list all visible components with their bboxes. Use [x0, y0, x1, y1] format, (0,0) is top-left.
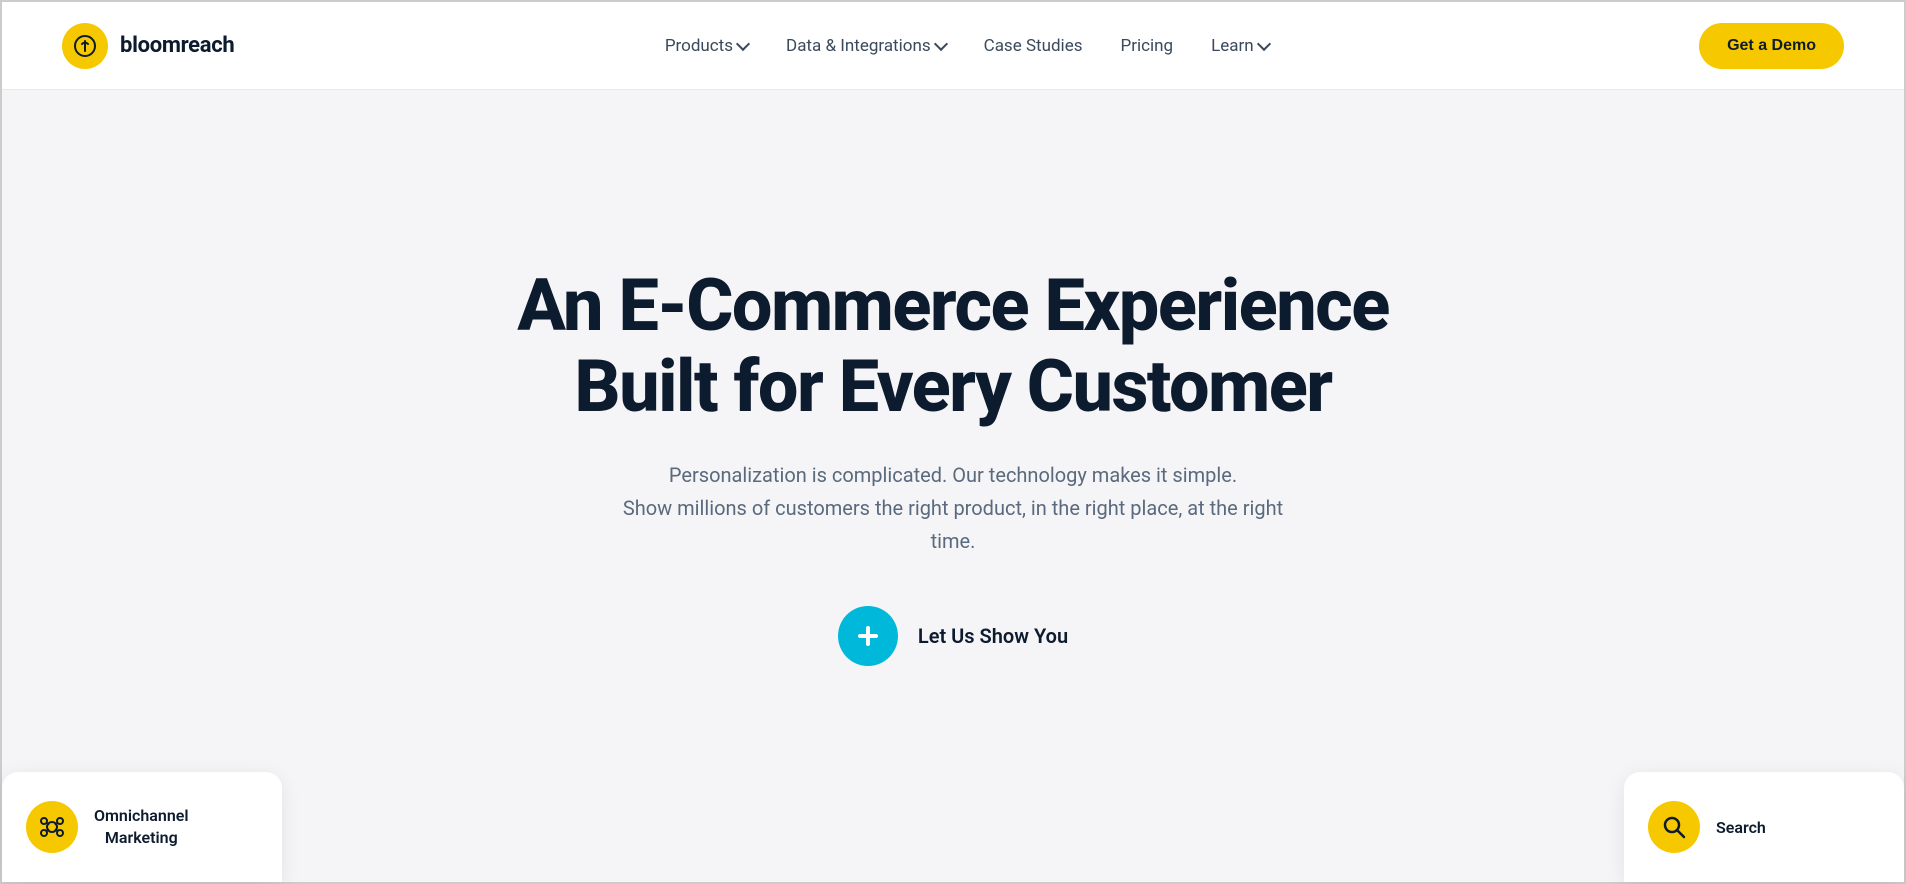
cta-label: Let Us Show You [918, 624, 1068, 648]
brand-name: bloomreach [120, 33, 234, 58]
chevron-down-icon [934, 36, 948, 50]
omnichannel-label: Omnichannel Marketing [94, 805, 189, 850]
cta-row: Let Us Show You [838, 606, 1068, 666]
page-wrapper: bloomreach Products Data & Integrations … [0, 0, 1906, 884]
nav-case-studies[interactable]: Case Studies [984, 36, 1083, 56]
navbar-cta: Get a Demo [1699, 23, 1844, 69]
nav-data-integrations[interactable]: Data & Integrations [786, 36, 946, 56]
nav-learn[interactable]: Learn [1211, 36, 1269, 56]
navbar: bloomreach Products Data & Integrations … [2, 2, 1904, 90]
chevron-down-icon [736, 36, 750, 50]
omnichannel-card[interactable]: Omnichannel Marketing [2, 772, 282, 882]
nav-links: Products Data & Integrations Case Studie… [665, 36, 1269, 56]
hero-subtitle: Personalization is complicated. Our tech… [613, 459, 1293, 558]
search-label: Search [1716, 818, 1766, 837]
hero-section: An E-Commerce Experience Built for Every… [2, 90, 1904, 882]
nav-pricing[interactable]: Pricing [1120, 36, 1173, 56]
search-card[interactable]: Search [1624, 772, 1904, 882]
brand-area: bloomreach [62, 23, 234, 69]
get-demo-button[interactable]: Get a Demo [1699, 23, 1844, 69]
chevron-down-icon [1257, 36, 1271, 50]
nav-products[interactable]: Products [665, 36, 748, 56]
hero-title: An E-Commerce Experience Built for Every… [503, 266, 1403, 427]
logo-icon[interactable] [62, 23, 108, 69]
omnichannel-icon-circle [26, 801, 78, 853]
search-icon-circle [1648, 801, 1700, 853]
cta-icon-circle[interactable] [838, 606, 898, 666]
